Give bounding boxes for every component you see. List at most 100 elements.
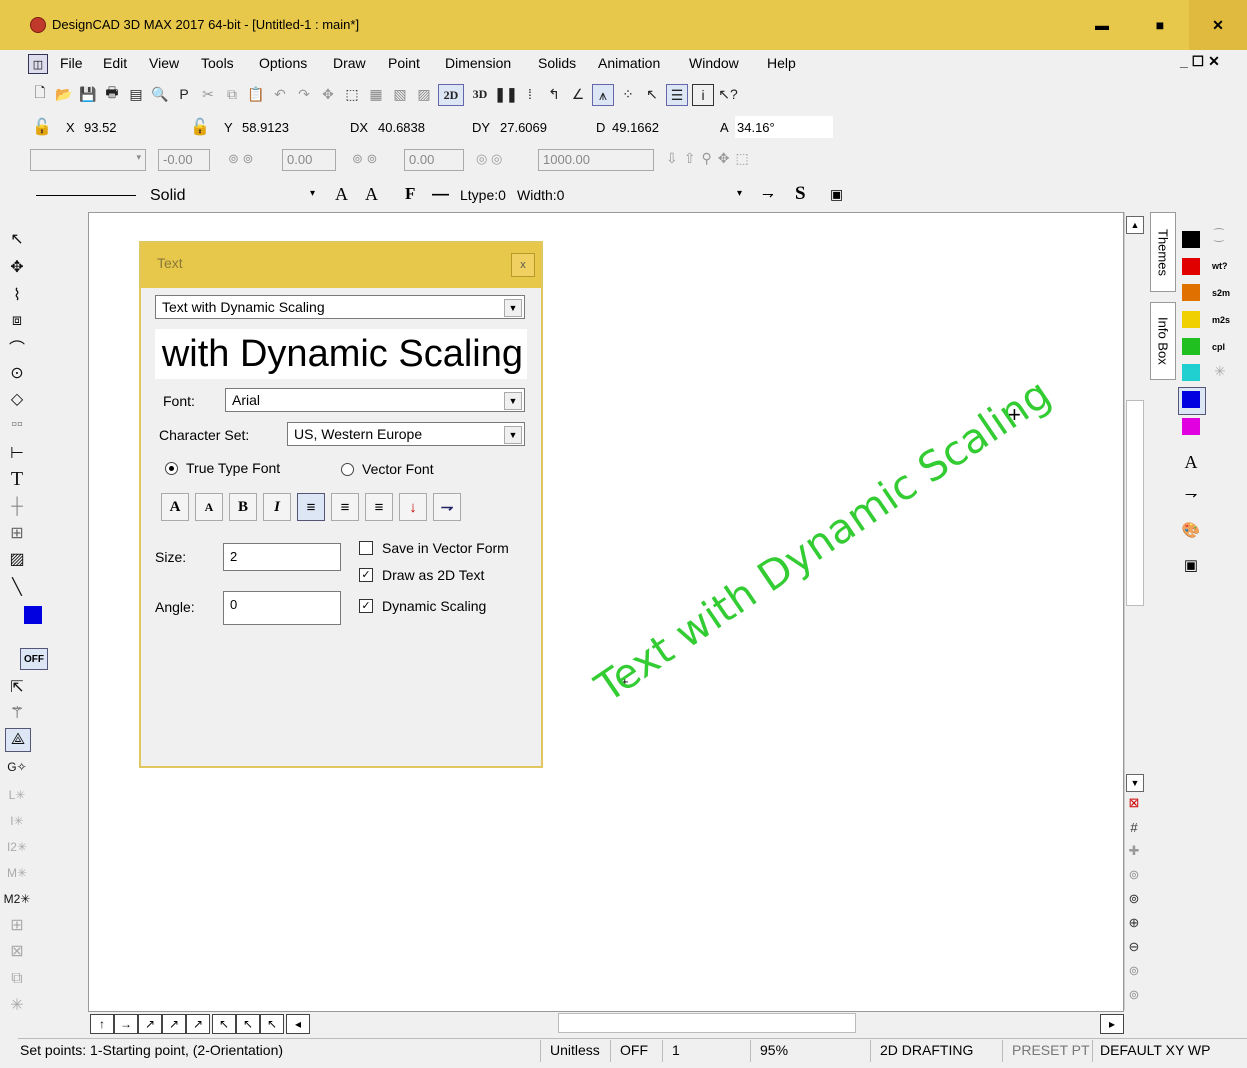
macro-wt-label[interactable]: wt? [1212, 261, 1228, 271]
maximize-button[interactable]: ■ [1131, 0, 1189, 50]
lock-y-icon[interactable]: 🔓 [190, 117, 210, 137]
menu-window[interactable]: Window [689, 55, 739, 71]
font-select[interactable]: Arial ▼ [225, 388, 525, 412]
bold-button[interactable]: B [229, 493, 257, 521]
info-box-tab[interactable]: Info Box [1150, 302, 1176, 380]
snap-icon[interactable]: ⩚ [592, 84, 614, 106]
color-swatch-blue[interactable] [1182, 391, 1200, 408]
line-icon[interactable]: — [432, 184, 449, 204]
undo-icon[interactable]: ↶ [270, 84, 290, 104]
text-dialog-titlebar[interactable] [141, 243, 541, 288]
fill-icon[interactable]: F [405, 184, 415, 204]
dimension-tool-icon[interactable]: ⊢ [5, 442, 29, 464]
decrease-size-button[interactable]: A [195, 493, 223, 521]
select-arrow-icon[interactable]: ⇱ [5, 676, 29, 698]
macro-icon[interactable]: ⁐ [1214, 228, 1224, 242]
italic-button[interactable]: I [263, 493, 291, 521]
line-style-dropdown-icon[interactable]: ▾ [310, 188, 315, 199]
palette-icon[interactable]: 🎨 [1180, 519, 1202, 541]
circle-tool-icon[interactable]: ⊙ [5, 362, 29, 384]
lock-x-icon[interactable]: 🔓 [32, 117, 52, 137]
3d-mode-icon[interactable]: 3D [468, 84, 492, 104]
close-button[interactable]: ✕ [1189, 0, 1247, 50]
zoom-in-icon[interactable]: ⊕ [1126, 914, 1142, 932]
zoom-out-icon[interactable]: ⊖ [1126, 938, 1142, 956]
arc-tool-icon[interactable]: ⌒ [5, 336, 29, 358]
move-icon[interactable]: ✥ [318, 84, 338, 104]
paste-icon[interactable]: 📋 [246, 84, 266, 104]
text-dialog-close-button[interactable]: x [511, 253, 535, 277]
select-icon[interactable]: ⬚ [342, 84, 362, 104]
ungroup-icon[interactable]: ▧ [390, 84, 410, 104]
color-swatch-orange[interactable] [1182, 284, 1200, 301]
align-right-icon[interactable]: ≡ [365, 493, 393, 521]
macro-m2s-label[interactable]: m2s [1212, 315, 1230, 325]
line-style-value[interactable]: Solid [150, 187, 186, 205]
pen-style-icon[interactable]: ⇁ [1180, 483, 1202, 505]
scroll-right-button[interactable]: ▸ [1100, 1014, 1124, 1034]
style-s-icon[interactable]: S [795, 183, 806, 205]
list-icon[interactable]: ☰ [666, 84, 688, 106]
menu-tools[interactable]: Tools [201, 55, 234, 71]
explode-icon[interactable]: ▨ [414, 84, 434, 104]
charset-select[interactable]: US, Western Europe ▼ [287, 422, 525, 446]
open-icon[interactable]: 📂 [54, 84, 74, 104]
block-tool-icon[interactable]: ⊞ [5, 522, 29, 544]
field-3[interactable]: 0.00 [404, 149, 464, 171]
triangle-snap-icon[interactable]: ⟁ [5, 728, 31, 752]
star-snap-icon[interactable]: ✳ [5, 994, 29, 1016]
ltype-label[interactable]: Ltype:0 [460, 187, 506, 203]
zoom-next-icon[interactable]: ⊚ [1126, 986, 1142, 1004]
box-tool-icon[interactable]: ⧈ [5, 310, 29, 332]
dir-upleft-icon[interactable]: ↖ [236, 1014, 260, 1034]
macro-s2m-label[interactable]: s2m [1212, 288, 1230, 298]
snap-off-button[interactable]: OFF [20, 648, 48, 670]
scatter-icon[interactable]: ⁘ [618, 84, 638, 104]
status-workplane[interactable]: DEFAULT XY WP [1100, 1042, 1210, 1058]
vector-radio[interactable]: Vector Font [341, 461, 434, 477]
status-preset[interactable]: PRESET PT [1012, 1042, 1090, 1058]
layer-combo[interactable]: ▾ [30, 149, 146, 171]
width-label[interactable]: Width:0 [517, 187, 564, 203]
dy-value[interactable]: 27.6069 [500, 120, 547, 135]
field-4[interactable]: 1000.00 [538, 149, 654, 171]
pen-icon[interactable]: ⇁ [762, 186, 774, 203]
shape-tool-icon[interactable]: ◇ [5, 388, 29, 410]
zoom-window-icon[interactable]: ⊠ [1126, 794, 1142, 812]
dir-upright-icon[interactable]: ↗ [162, 1014, 186, 1034]
save-icon[interactable]: 💾 [78, 84, 98, 104]
x-value[interactable]: 93.52 [84, 120, 117, 135]
properties-panel-icon[interactable]: ▣ [1180, 554, 1202, 576]
menu-animation[interactable]: Animation [598, 55, 660, 71]
field-2[interactable]: 0.00 [282, 149, 336, 171]
wand-icon[interactable]: ⚚ [5, 702, 29, 724]
color-swatch-magenta[interactable] [1182, 418, 1200, 435]
cross-tool-icon[interactable]: ┼ [5, 496, 29, 518]
dynamic-scaling-checkbox[interactable]: ✓ Dynamic Scaling [359, 598, 486, 614]
color-swatch-black[interactable] [1182, 231, 1200, 248]
pointer-icon[interactable]: ↖ [642, 84, 662, 104]
grid2-icon[interactable]: ⊠ [5, 940, 29, 962]
i-snap-icon[interactable]: I✳ [5, 810, 29, 832]
d-value[interactable]: 49.1662 [612, 120, 659, 135]
m-snap-icon[interactable]: M✳ [5, 862, 29, 884]
horizontal-scroll-thumb[interactable] [558, 1013, 856, 1033]
dir-upleft-steep-icon[interactable]: ↖ [212, 1014, 236, 1034]
angle-input[interactable]: 0 [223, 591, 341, 625]
new-icon[interactable]: 🗋 [30, 84, 50, 104]
angle-value[interactable]: 34.16° [737, 120, 775, 135]
draw-2d-checkbox[interactable]: ✓ Draw as 2D Text [359, 567, 484, 583]
increase-size-button[interactable]: A [161, 493, 189, 521]
scroll-left-button[interactable]: ◂ [286, 1014, 310, 1034]
line-tool-icon[interactable]: ╲ [5, 576, 29, 598]
minimize-button[interactable]: ▬ [1073, 0, 1131, 50]
dir-upright-low-icon[interactable]: ↗ [138, 1014, 162, 1034]
pause-icon[interactable]: ❚❚ [494, 84, 517, 104]
dir-up-icon[interactable]: ↑ [90, 1014, 114, 1034]
menu-options[interactable]: Options [259, 55, 307, 71]
field-1[interactable]: -0.00 [158, 149, 210, 171]
color-swatch-green[interactable] [1182, 338, 1200, 355]
zoom-extents-icon[interactable]: ⊚ [1126, 866, 1142, 884]
zoom-previous-icon[interactable]: ⊚ [1126, 962, 1142, 980]
text-tool-icon[interactable]: T [5, 468, 29, 490]
